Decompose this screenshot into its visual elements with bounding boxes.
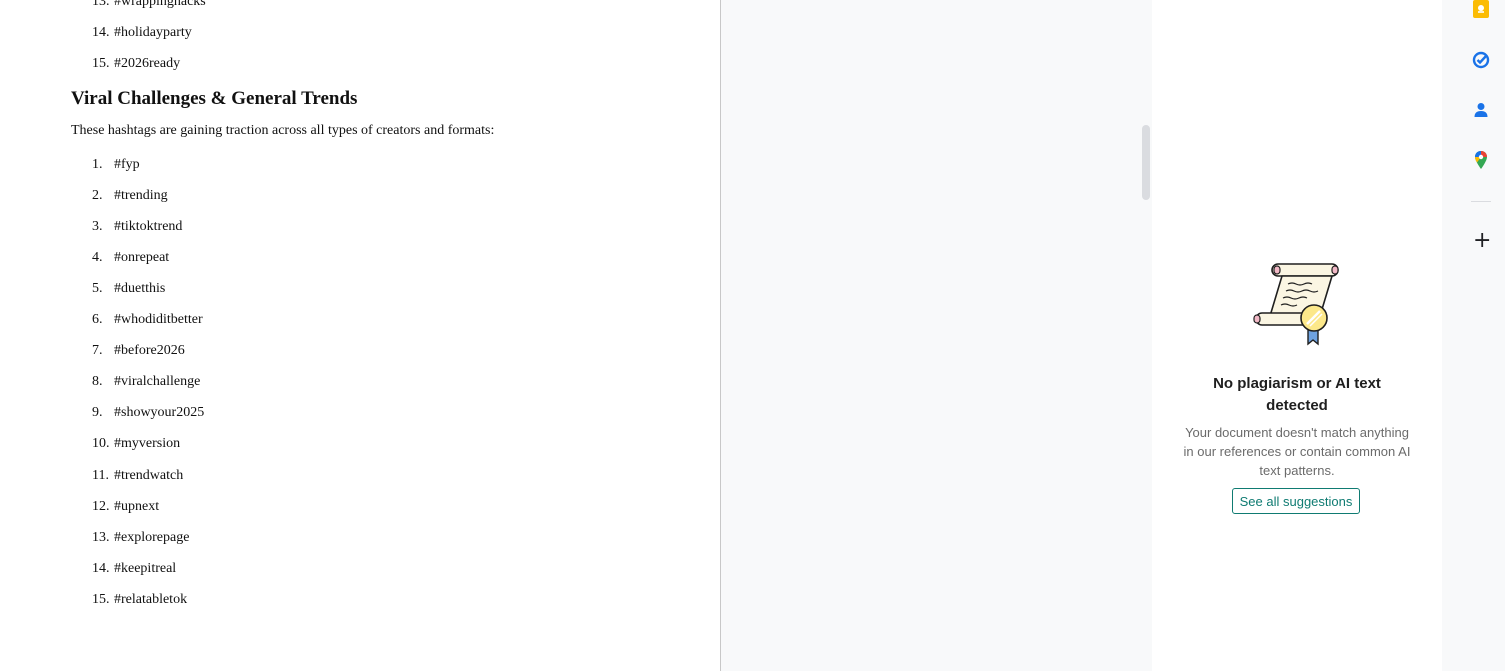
list-item: 12. #upnext (92, 499, 159, 515)
list-item: 9. #showyour2025 (92, 405, 204, 421)
list-number: 14. (92, 561, 110, 576)
list-item: 8. #viralchallenge (92, 374, 200, 390)
list-item: 7. #before2026 (92, 343, 185, 359)
list-text: #showyour2025 (114, 405, 205, 420)
list-item: 4. #onrepeat (92, 250, 169, 266)
suggestions-panel: No plagiarism or AI text detected Your d… (1152, 0, 1442, 671)
list-text: #explorepage (114, 530, 190, 545)
panel-title: No plagiarism or AI text detected (1213, 375, 1381, 414)
section-heading: Viral Challenges & General Trends (71, 88, 358, 109)
vertical-scrollbar-thumb[interactable] (1142, 125, 1150, 200)
list-number: 7. (92, 343, 103, 358)
list-item: 15. #relatabletok (92, 592, 187, 608)
list-number: 6. (92, 312, 103, 327)
list-number: 8. (92, 374, 103, 389)
list-number: 14. (92, 25, 110, 40)
list-number: 3. (92, 219, 103, 234)
certificate-scroll-icon (1253, 263, 1339, 346)
list-number: 10. (92, 436, 110, 451)
tasks-icon[interactable] (1471, 50, 1491, 70)
keep-icon[interactable] (1471, 0, 1491, 20)
list-number: 4. (92, 250, 103, 265)
list-item: 13. #explorepage (92, 530, 189, 546)
list-item: 6. #whodiditbetter (92, 312, 203, 328)
list-item: 5. #duetthis (92, 281, 165, 297)
list-number: 2. (92, 188, 103, 203)
list-text: #trending (114, 188, 168, 203)
list-item: 1. #fyp (92, 157, 140, 173)
document-page[interactable]: 13. #wrappinghacks 14. #holidayparty 15. #2… (0, 0, 721, 671)
list-item: 15. #2026ready (92, 56, 180, 72)
list-text: #before2026 (114, 343, 185, 358)
list-number: 13. (92, 530, 110, 545)
rail-divider (1471, 201, 1491, 202)
contacts-icon[interactable] (1471, 100, 1491, 120)
list-number: 11. (92, 468, 109, 483)
list-text: #2026ready (114, 56, 181, 71)
list-item: 3. #tiktoktrend (92, 219, 182, 235)
list-item: 14. #holidayparty (92, 25, 192, 41)
list-text: #keepitreal (114, 561, 177, 576)
list-text: #fyp (114, 157, 140, 172)
list-item: 14. #keepitreal (92, 561, 176, 577)
list-text: #viralchallenge (114, 374, 201, 389)
list-item: 11. #trendwatch (92, 468, 183, 484)
list-number: 9. (92, 405, 103, 420)
list-text: #myversion (114, 436, 181, 451)
list-item: 13. #wrappinghacks (92, 0, 206, 10)
list-number: 1. (92, 157, 103, 172)
list-item: 10. #myversion (92, 436, 180, 452)
list-text: #holidayparty (114, 25, 192, 40)
list-number: 15. (92, 56, 110, 71)
list-text: #duetthis (114, 281, 166, 296)
side-panel-rail: + (1442, 0, 1505, 671)
list-text: #tiktoktrend (114, 219, 183, 234)
canvas-background (721, 0, 1152, 671)
list-text: #wrappinghacks (114, 0, 206, 9)
section-intro: These hashtags are gaining traction acro… (71, 123, 495, 138)
list-text: #upnext (114, 499, 160, 514)
list-text: #relatabletok (114, 592, 188, 607)
list-item: 2. #trending (92, 188, 168, 204)
list-text: #whodiditbetter (114, 312, 203, 327)
list-number: 13. (92, 0, 110, 9)
list-text: #onrepeat (114, 250, 170, 265)
maps-icon[interactable] (1471, 150, 1491, 170)
list-number: 12. (92, 499, 110, 514)
add-addon-button[interactable]: + (1473, 230, 1491, 252)
list-number: 15. (92, 592, 110, 607)
list-number: 5. (92, 281, 103, 296)
list-text: #trendwatch (114, 468, 184, 483)
see-all-suggestions-button[interactable]: See all suggestions (1232, 488, 1360, 514)
panel-description: Your document doesn't match anything in … (1183, 425, 1411, 478)
